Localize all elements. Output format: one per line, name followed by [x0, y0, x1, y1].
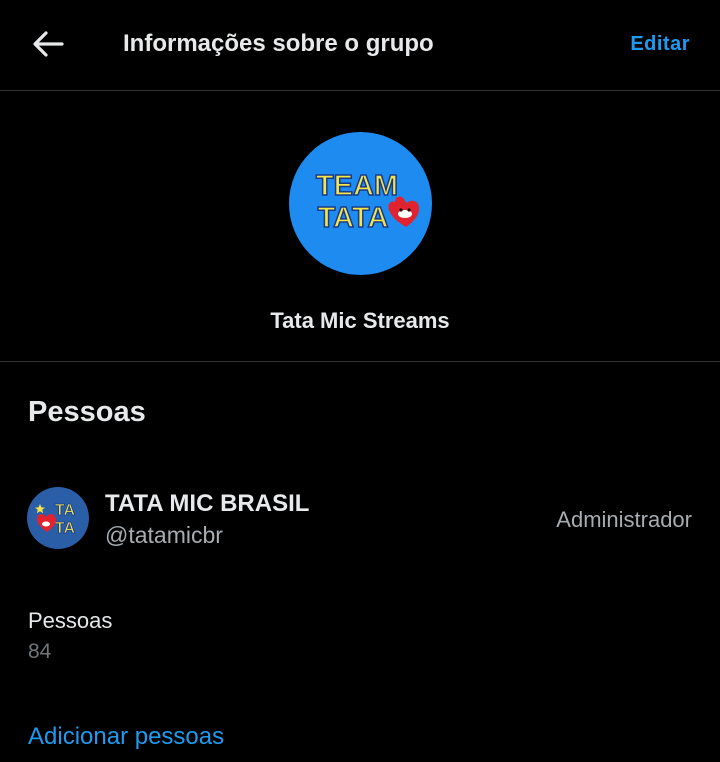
star-icon [35, 504, 45, 514]
people-count-label: Pessoas [28, 608, 113, 633]
people-count-value: 84 [28, 640, 52, 663]
group-info: TEAM TATA Tata Mic Streams [0, 91, 720, 362]
avatar-text-bottom: TA [55, 520, 76, 537]
member-avatar: TA TA [27, 487, 89, 549]
member-handle: @tatamicbr [105, 522, 223, 548]
group-avatar[interactable]: TEAM TATA [289, 132, 432, 275]
team-tata-logo: TEAM TATA [315, 169, 420, 235]
logo-text-team: TEAM [316, 170, 398, 202]
member-role-badge: Administrador [556, 507, 692, 532]
group-name: Tata Mic Streams [270, 308, 450, 333]
arrow-left-icon [33, 31, 64, 57]
avatar-text-top: TA [55, 502, 76, 519]
member-row[interactable]: TA TA TATA MIC BRASIL @tatamicbr Adminis… [0, 470, 720, 570]
heart-character-icon [36, 514, 56, 532]
member-name: TATA MIC BRASIL [105, 490, 310, 517]
people-section-title: Pessoas [28, 396, 146, 428]
page-title: Informações sobre o grupo [123, 30, 434, 57]
add-people-button[interactable]: Adicionar pessoas [28, 723, 224, 751]
logo-text-tata: TATA [318, 202, 389, 234]
edit-button[interactable]: Editar [630, 33, 690, 56]
top-bar: Informações sobre o grupo Editar [0, 0, 720, 91]
back-button[interactable] [28, 26, 68, 62]
tata-mic-logo: TA TA [35, 502, 76, 537]
